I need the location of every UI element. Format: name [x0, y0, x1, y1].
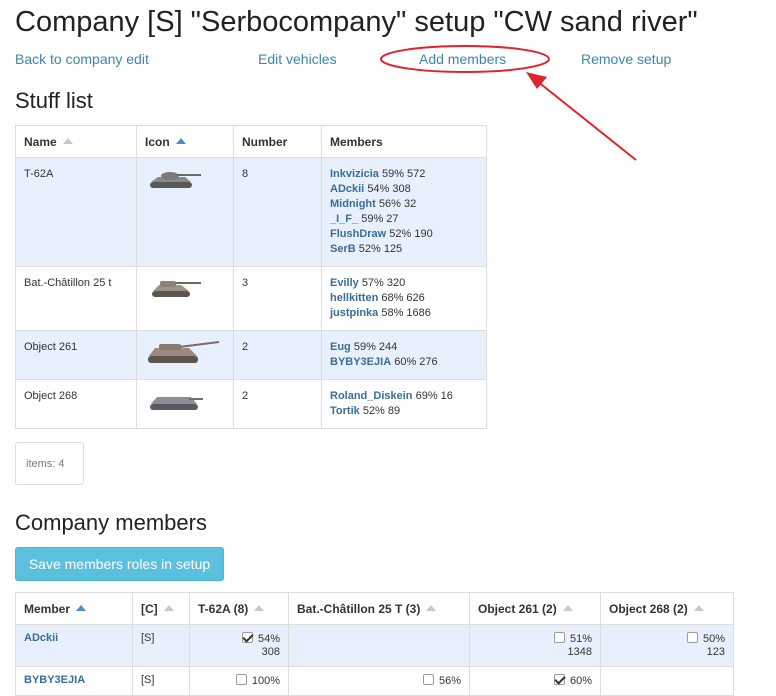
member-link[interactable]: Inkvizicia: [330, 168, 379, 180]
assign-checkbox[interactable]: [553, 632, 565, 643]
sort-active-icon: [76, 604, 87, 611]
vehicle-name: Object 268: [15, 379, 137, 429]
sort-icon: [62, 137, 73, 144]
vehicle-name: Object 261: [15, 330, 137, 380]
tank-icon: [150, 172, 201, 188]
member-link[interactable]: hellkitten: [330, 292, 378, 304]
edit-vehicles-link[interactable]: Edit vehicles: [258, 51, 337, 67]
table-row: BYBY3EJIA [S] 100% 56% 60%: [15, 666, 734, 696]
sort-icon: [254, 604, 265, 611]
member-link[interactable]: Tortik: [330, 405, 360, 417]
vehicle-number: 2: [233, 379, 322, 429]
sort-icon: [163, 604, 174, 611]
column-header-number[interactable]: Number: [233, 125, 322, 158]
sort-icon: [426, 604, 437, 611]
company-members-table: Member [C] T-62A (8) Bat.-Châtillon 25 T…: [15, 592, 734, 696]
sort-icon: [562, 604, 573, 611]
tank-icon: [148, 341, 219, 363]
column-header-bat-chatillon[interactable]: Bat.-Châtillon 25 T (3): [288, 592, 470, 625]
stuff-table: Name Icon Number Members T-62A 8 Inkvizi…: [15, 125, 487, 429]
vehicle-assign-cell: 54% 308: [189, 624, 289, 667]
column-header-members: Members: [321, 125, 487, 158]
vehicle-number: 8: [233, 157, 322, 267]
member-link[interactable]: Midnight: [330, 198, 376, 210]
tank-icon: [150, 397, 203, 410]
vehicle-members: Inkvizicia 59% 572 ADckii 54% 308 Midnig…: [321, 157, 487, 267]
assign-checkbox[interactable]: [241, 632, 253, 643]
column-header-t62a[interactable]: T-62A (8): [189, 592, 289, 625]
member-link[interactable]: Eug: [330, 341, 351, 353]
items-count-badge: items: 4: [15, 442, 84, 485]
vehicle-assign-cell: [288, 624, 470, 667]
member-link[interactable]: ADckii: [330, 183, 364, 195]
vehicle-assign-cell: 56%: [288, 666, 470, 696]
member-link[interactable]: Roland_Diskein: [330, 390, 413, 402]
sort-icon: [693, 604, 704, 611]
vehicle-icon-cell: [136, 157, 234, 267]
member-cell: ADckii: [15, 624, 133, 667]
assign-checkbox[interactable]: [235, 674, 247, 685]
vehicle-number: 2: [233, 330, 322, 380]
vehicle-assign-cell: 100%: [189, 666, 289, 696]
vehicle-members: Eug 59% 244 BYBY3EJIA 60% 276: [321, 330, 487, 380]
member-link[interactable]: BYBY3EJIA: [24, 674, 85, 686]
assign-checkbox[interactable]: [553, 674, 565, 685]
column-header-name[interactable]: Name: [15, 125, 137, 158]
column-header-object-261[interactable]: Object 261 (2): [469, 592, 601, 625]
column-header-role[interactable]: [C]: [132, 592, 190, 625]
role-cell: [S]: [132, 666, 190, 696]
annotation-arrow: [531, 76, 637, 161]
member-cell: BYBY3EJIA: [15, 666, 133, 696]
back-to-company-edit-link[interactable]: Back to company edit: [15, 51, 149, 67]
vehicle-assign-cell: 50% 123: [600, 624, 734, 667]
vehicle-icon-cell: [136, 330, 234, 380]
vehicle-members: Evilly 57% 320 hellkitten 68% 626 justpi…: [321, 266, 487, 331]
assign-checkbox[interactable]: [422, 674, 434, 685]
table-row: Object 268 2 Roland_Diskein 69% 16 Torti…: [15, 379, 487, 429]
column-header-icon[interactable]: Icon: [136, 125, 234, 158]
member-link[interactable]: FlushDraw: [330, 228, 386, 240]
vehicle-number: 3: [233, 266, 322, 331]
vehicle-assign-cell: 51% 1348: [469, 624, 601, 667]
member-link[interactable]: BYBY3EJIA: [330, 356, 391, 368]
vehicle-assign-cell: 60%: [469, 666, 601, 696]
page-title: Company [S] "Serbocompany" setup "CW san…: [15, 6, 698, 38]
table-row: Object 261 2 Eug 59% 244 BYBY3EJIA 60% 2…: [15, 330, 487, 380]
sort-active-icon: [175, 137, 186, 144]
action-links: Back to company edit Edit vehicles Add m…: [15, 51, 766, 69]
vehicle-name: T-62A: [15, 157, 137, 267]
remove-setup-link[interactable]: Remove setup: [581, 51, 671, 67]
stuff-list-heading: Stuff list: [15, 88, 93, 113]
vehicle-members: Roland_Diskein 69% 16 Tortik 52% 89: [321, 379, 487, 429]
member-link[interactable]: SerB: [330, 243, 356, 255]
annotation-arrowhead: [526, 72, 547, 89]
member-link[interactable]: _I_F_: [330, 213, 358, 225]
column-header-object-268[interactable]: Object 268 (2): [600, 592, 734, 625]
vehicle-icon-cell: [136, 379, 234, 429]
assign-checkbox[interactable]: [686, 632, 698, 643]
vehicle-name: Bat.-Châtillon 25 t: [15, 266, 137, 331]
table-row: Bat.-Châtillon 25 t 3 Evilly 57% 320 hel…: [15, 266, 487, 331]
table-row: T-62A 8 Inkvizicia 59% 572 ADckii 54% 30…: [15, 157, 487, 267]
add-members-link[interactable]: Add members: [419, 51, 506, 67]
column-header-member[interactable]: Member: [15, 592, 133, 625]
member-link[interactable]: Evilly: [330, 277, 359, 289]
company-members-heading: Company members: [15, 510, 207, 535]
vehicle-icon-cell: [136, 266, 234, 331]
member-link[interactable]: justpinka: [330, 307, 378, 319]
role-cell: [S]: [132, 624, 190, 667]
vehicle-assign-cell: [600, 666, 734, 696]
member-link[interactable]: ADckii: [24, 632, 58, 644]
save-members-roles-button[interactable]: Save members roles in setup: [15, 547, 224, 581]
table-row: ADckii [S] 54% 308 51% 1348 50% 123: [15, 624, 734, 667]
tank-icon: [152, 281, 201, 297]
